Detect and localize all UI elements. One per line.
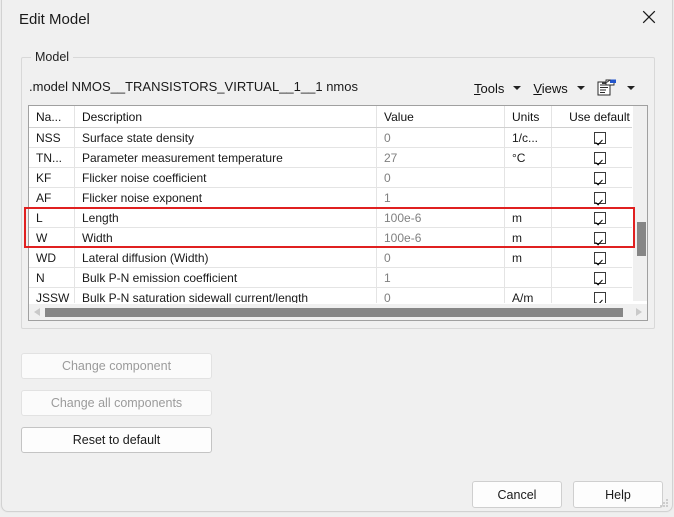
table-row[interactable]: AF Flicker noise exponent 1 <box>29 188 647 208</box>
table-row[interactable]: NSS Surface state density 0 1/c... <box>29 128 647 148</box>
tools-menu-label: ools <box>480 80 505 96</box>
cell-value: 0 <box>377 128 505 147</box>
cell-name: KF <box>29 168 75 187</box>
column-header-description[interactable]: Description <box>75 106 377 127</box>
use-default-checkbox[interactable] <box>593 251 606 264</box>
cell-name: N <box>29 268 75 287</box>
views-menu-label: iews <box>541 80 568 96</box>
cell-description: Parameter measurement temperature <box>75 148 377 167</box>
views-menu[interactable]: Views <box>531 81 586 96</box>
table-row[interactable]: L Length 100e-6 m <box>29 208 647 228</box>
dialog-titlebar: Edit Model <box>2 0 672 40</box>
cell-value: 27 <box>377 148 505 167</box>
horizontal-scrollbar-thumb[interactable] <box>45 308 623 317</box>
cell-units: m <box>505 248 552 267</box>
cell-name: L <box>29 208 75 227</box>
help-button[interactable]: Help <box>573 481 663 508</box>
cell-description: Flicker noise exponent <box>75 188 377 207</box>
cell-name: NSS <box>29 128 75 147</box>
cell-units <box>505 188 552 207</box>
cell-name: AF <box>29 188 75 207</box>
cell-description: Surface state density <box>75 128 377 147</box>
clipboard-notes-icon[interactable] <box>597 79 635 97</box>
use-default-checkbox[interactable] <box>593 131 606 144</box>
resize-grip[interactable] <box>659 498 669 508</box>
cell-description: Width <box>75 228 377 247</box>
cell-value: 100e-6 <box>377 228 505 247</box>
scroll-left-arrow-icon[interactable] <box>34 308 40 316</box>
table-vertical-scrollbar[interactable] <box>632 106 647 301</box>
cell-name: WD <box>29 248 75 267</box>
model-toolbar: Tools Views <box>472 78 635 98</box>
cell-description: Bulk P-N emission coefficient <box>75 268 377 287</box>
cell-units: °C <box>505 148 552 167</box>
scroll-right-arrow-icon[interactable] <box>636 308 642 316</box>
cell-units <box>505 168 552 187</box>
use-default-checkbox[interactable] <box>593 151 606 164</box>
use-default-checkbox[interactable] <box>593 171 606 184</box>
table-row[interactable]: TN... Parameter measurement temperature 27… <box>29 148 647 168</box>
table-row[interactable]: N Bulk P-N emission coefficient 1 <box>29 268 647 288</box>
edit-model-dialog: Edit Model Model .model NMOS__TRANSISTOR… <box>1 0 673 512</box>
use-default-checkbox[interactable] <box>593 211 606 224</box>
chevron-down-icon <box>626 86 635 90</box>
cell-description: Flicker noise coefficient <box>75 168 377 187</box>
column-header-name[interactable]: Na... <box>29 106 75 127</box>
cancel-button[interactable]: Cancel <box>472 481 562 508</box>
use-default-checkbox[interactable] <box>593 231 606 244</box>
tools-menu[interactable]: Tools <box>472 81 523 96</box>
cell-units: m <box>505 228 552 247</box>
change-component-button[interactable]: Change component <box>21 353 212 379</box>
cell-value: 1 <box>377 268 505 287</box>
cell-value: 0 <box>377 248 505 267</box>
parameters-grid: Na... Description Value Units Use defaul… <box>29 106 647 308</box>
cell-name: W <box>29 228 75 247</box>
use-default-checkbox[interactable] <box>593 191 606 204</box>
cell-description: Lateral diffusion (Width) <box>75 248 377 267</box>
table-body: NSS Surface state density 0 1/c... TN... Para… <box>29 128 647 308</box>
cell-units: 1/c... <box>505 128 552 147</box>
chevron-down-icon <box>513 86 522 90</box>
cell-description: Length <box>75 208 377 227</box>
table-row[interactable]: KF Flicker noise coefficient 0 <box>29 168 647 188</box>
cell-units: m <box>505 208 552 227</box>
table-row[interactable]: WD Lateral diffusion (Width) 0 m <box>29 248 647 268</box>
table-header-row: Na... Description Value Units Use defaul… <box>29 106 647 128</box>
chevron-down-icon <box>576 86 585 90</box>
cell-value: 100e-6 <box>377 208 505 227</box>
column-header-value[interactable]: Value <box>377 106 505 127</box>
screen: Edit model Edit Model Model .model NMOS_… <box>0 0 674 517</box>
views-menu-mnemonic: V <box>533 80 542 96</box>
model-definition-line: .model NMOS__TRANSISTORS_VIRTUAL__1__1 n… <box>29 79 358 94</box>
cell-name: TN... <box>29 148 75 167</box>
reset-to-default-button[interactable]: Reset to default <box>21 427 212 453</box>
cell-value: 0 <box>377 168 505 187</box>
dialog-title: Edit Model <box>19 11 90 28</box>
change-all-components-button[interactable]: Change all components <box>21 390 212 416</box>
cell-value: 1 <box>377 188 505 207</box>
use-default-checkbox[interactable] <box>593 271 606 284</box>
vertical-scrollbar-thumb[interactable] <box>637 222 646 256</box>
column-header-units[interactable]: Units <box>505 106 552 127</box>
model-groupbox-legend: Model <box>31 50 74 64</box>
cell-units <box>505 268 552 287</box>
table-row[interactable]: W Width 100e-6 m <box>29 228 647 248</box>
parameters-table: Na... Description Value Units Use defaul… <box>28 105 648 321</box>
use-default-checkbox[interactable] <box>593 291 606 304</box>
close-icon[interactable] <box>626 0 672 33</box>
table-horizontal-scrollbar[interactable] <box>29 303 647 320</box>
